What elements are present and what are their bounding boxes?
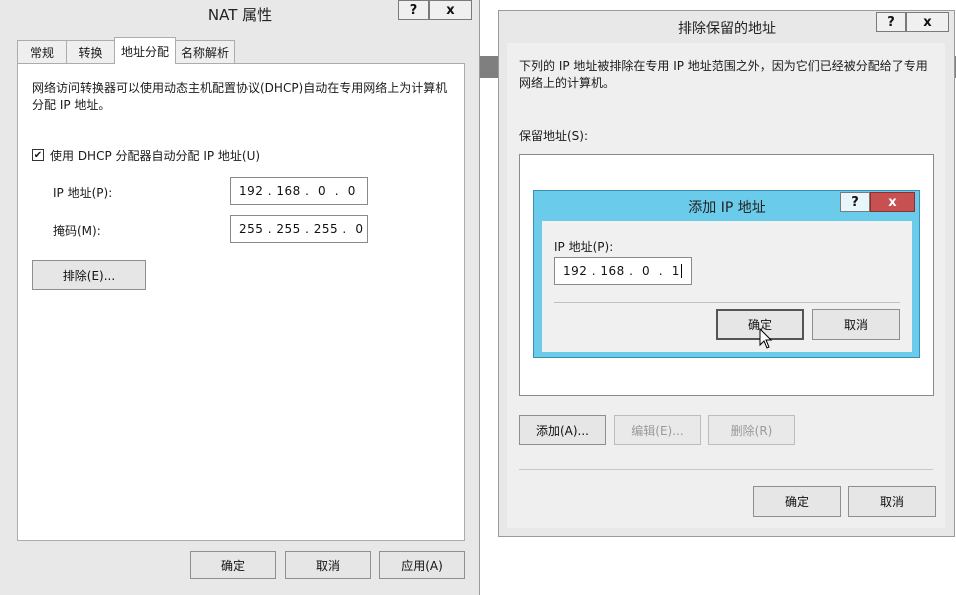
tab-name-resolution[interactable]: 名称解析 <box>175 40 235 63</box>
ip-address-label: IP 地址(P): <box>53 186 113 200</box>
add-button[interactable]: 添加(A)... <box>519 415 606 445</box>
tab-general[interactable]: 常规 <box>17 40 67 63</box>
add-ip-dialog: 添加 IP 地址 ? x IP 地址(P): 192 . 168 . 0 . 1… <box>533 190 920 358</box>
apply-button[interactable]: 应用(A) <box>379 551 465 579</box>
ip-address-field[interactable]: 192 . 168 . 0 . 0 <box>230 177 368 205</box>
help-button[interactable]: ? <box>876 12 906 32</box>
mask-field[interactable]: 255 . 255 . 255 . 0 <box>230 215 368 243</box>
text-cursor <box>680 264 682 278</box>
background-window-strip <box>480 56 500 78</box>
cancel-button[interactable]: 取消 <box>285 551 371 579</box>
close-button[interactable]: x <box>906 12 949 32</box>
description-text: 网络访问转换器可以使用动态主机配置协议(DHCP)自动在专用网络上为计算机分配 … <box>32 81 448 112</box>
nat-properties-window: NAT 属性 ? x 常规 转换 地址分配 名称解析 网络访问转换器可以使用动态… <box>0 0 480 595</box>
ok-button[interactable]: 确定 <box>753 486 841 517</box>
ip-address-value: 192 . 168 . 0 . 0 <box>239 184 356 198</box>
description-text: 下列的 IP 地址被排除在专用 IP 地址范围之外，因为它们已经被分配给了专用网… <box>519 59 928 90</box>
ip-address-label: IP 地址(P): <box>554 240 614 254</box>
tab-translation[interactable]: 转换 <box>66 40 115 63</box>
close-button[interactable]: x <box>429 0 472 20</box>
dhcp-checkbox-label: 使用 DHCP 分配器自动分配 IP 地址(U) <box>50 149 261 163</box>
exclude-button[interactable]: 排除(E)... <box>32 260 146 290</box>
reserved-addresses-label: 保留地址(S): <box>519 129 589 143</box>
ip-address-value: 192 . 168 . 0 . 1 <box>563 264 680 278</box>
mask-label: 掩码(M): <box>53 224 101 238</box>
cancel-button[interactable]: 取消 <box>812 309 900 340</box>
dhcp-checkbox[interactable]: ✔ <box>32 149 44 161</box>
tab-panel <box>17 63 465 541</box>
separator <box>554 302 900 303</box>
cancel-button[interactable]: 取消 <box>848 486 936 517</box>
ok-button[interactable]: 确定 <box>190 551 276 579</box>
mask-value: 255 . 255 . 255 . 0 <box>239 222 364 236</box>
edit-button[interactable]: 编辑(E)... <box>614 415 701 445</box>
delete-button[interactable]: 删除(R) <box>708 415 795 445</box>
tab-address-assignment[interactable]: 地址分配 <box>114 37 176 64</box>
mouse-cursor-icon <box>759 328 773 349</box>
ip-address-field[interactable]: 192 . 168 . 0 . 1 <box>554 257 692 285</box>
separator <box>519 469 933 470</box>
help-button[interactable]: ? <box>398 0 429 20</box>
help-button[interactable]: ? <box>840 192 870 212</box>
close-button[interactable]: x <box>870 192 915 212</box>
